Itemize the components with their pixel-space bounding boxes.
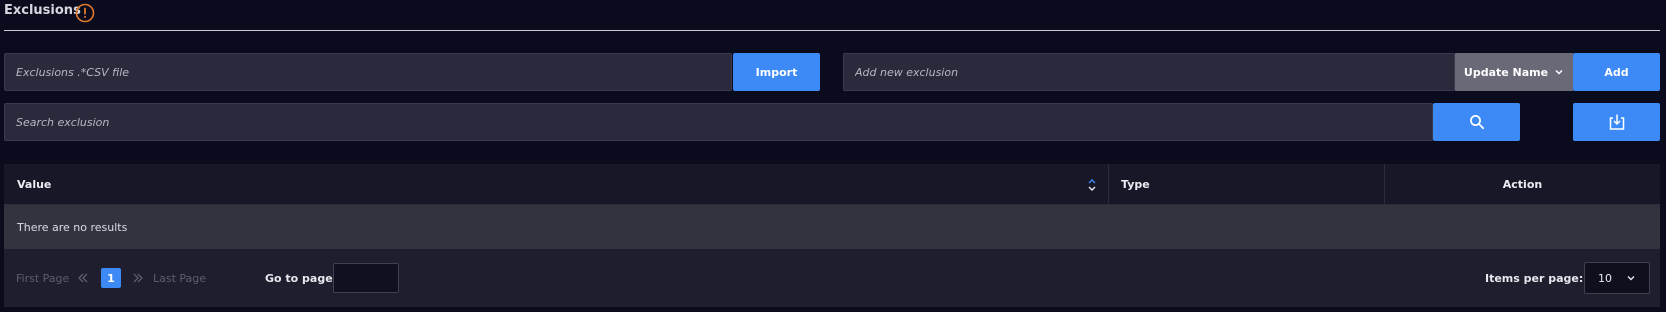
double-chevron-right-icon[interactable] — [132, 272, 144, 284]
type-select[interactable]: Update Name — [1455, 53, 1573, 91]
page-title: Exclusions — [4, 3, 81, 18]
warning-icon — [75, 3, 95, 23]
import-button[interactable]: Import — [733, 53, 820, 91]
exclusions-table: Value Type Action There are no results F… — [4, 164, 1660, 307]
pagination-bar: First Page 1 Last Page Go to page: Items… — [4, 249, 1660, 307]
add-button[interactable]: Add — [1573, 53, 1660, 91]
download-icon — [1609, 114, 1624, 130]
double-chevron-left-icon[interactable] — [77, 272, 89, 284]
goto-page-label: Go to page: — [265, 271, 338, 285]
column-label: Action — [1502, 178, 1543, 191]
column-label: Type — [1121, 178, 1150, 191]
column-label: Value — [17, 178, 52, 191]
column-header-action: Action — [1385, 164, 1660, 205]
column-header-value[interactable]: Value — [17, 164, 51, 205]
last-page-link[interactable]: Last Page — [153, 249, 206, 307]
csv-file-input[interactable] — [4, 53, 732, 91]
goto-page-input[interactable] — [333, 263, 399, 293]
empty-message: There are no results — [17, 220, 128, 234]
search-button[interactable] — [1433, 103, 1520, 141]
current-page-button[interactable]: 1 — [101, 268, 121, 288]
table-header: Value Type Action — [4, 164, 1660, 205]
column-divider — [1108, 164, 1109, 205]
search-input[interactable] — [4, 103, 1433, 141]
sort-icon[interactable] — [1087, 177, 1097, 193]
chevron-down-icon — [1555, 69, 1563, 75]
column-header-type: Type — [1121, 164, 1150, 205]
add-exclusion-input[interactable] — [843, 53, 1455, 91]
items-per-page-label: Items per page: — [1485, 271, 1584, 285]
items-per-page-select[interactable]: 10 — [1584, 262, 1650, 294]
search-icon — [1469, 115, 1484, 130]
type-select-value: Update Name — [1463, 65, 1549, 79]
first-page-link[interactable]: First Page — [16, 249, 69, 307]
chevron-down-icon — [1627, 276, 1635, 281]
empty-row: There are no results — [4, 205, 1660, 249]
page-header: Exclusions — [4, 0, 1660, 31]
items-per-page-value: 10 — [1598, 271, 1612, 285]
export-button[interactable] — [1573, 103, 1660, 141]
